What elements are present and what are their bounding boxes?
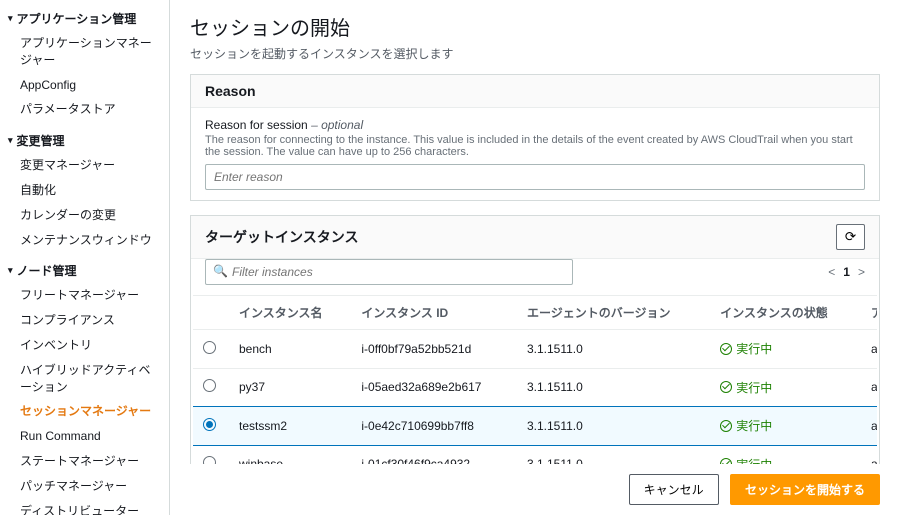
reason-panel-header: Reason xyxy=(191,75,879,108)
sidebar-item[interactable]: メンテナンスウィンドウ xyxy=(0,228,169,253)
chevron-down-icon: ▾ xyxy=(8,135,13,146)
check-icon xyxy=(720,381,732,393)
start-session-button[interactable]: セッションを開始する xyxy=(730,474,880,505)
sidebar-item[interactable]: インベントリ xyxy=(0,333,169,358)
check-icon xyxy=(720,420,732,432)
cell-name: py37 xyxy=(229,368,351,407)
pager-current: 1 xyxy=(843,265,850,279)
reason-optional-text: – optional xyxy=(308,118,363,132)
sidebar-section-title: ノード管理 xyxy=(17,262,77,279)
col-agent[interactable]: エージェントのバージョン xyxy=(517,296,710,330)
sidebar-item[interactable]: カレンダーの変更 xyxy=(0,203,169,228)
sidebar-item[interactable]: 自動化 xyxy=(0,178,169,203)
targets-panel-title: ターゲットインスタンス xyxy=(205,227,358,247)
check-icon xyxy=(720,343,732,355)
refresh-icon: ⟳ xyxy=(845,229,856,244)
sidebar-item[interactable]: アプリケーションマネージャー xyxy=(0,31,169,73)
sidebar-item[interactable]: 変更マネージャー xyxy=(0,153,169,178)
chevron-down-icon: ▾ xyxy=(8,265,13,276)
cell-state: 実行中 xyxy=(710,330,861,369)
sidebar-item[interactable]: セッションマネージャー xyxy=(0,399,169,424)
search-icon: 🔍 xyxy=(213,264,228,278)
col-state[interactable]: インスタンスの状態 xyxy=(710,296,861,330)
sidebar-item[interactable]: ディストリビューター xyxy=(0,499,169,515)
sidebar-item[interactable]: AppConfig xyxy=(0,73,169,98)
reason-label: Reason for session – optional xyxy=(205,118,865,132)
sidebar-item[interactable]: Run Command xyxy=(0,424,169,449)
pager-prev[interactable]: < xyxy=(828,265,835,279)
sidebar-section-header[interactable]: ▾ アプリケーション管理 xyxy=(0,6,169,31)
page-subtitle: セッションを起動するインスタンスを選択します xyxy=(190,45,880,62)
footer-actions: キャンセル セッションを開始する xyxy=(190,464,880,515)
chevron-down-icon: ▾ xyxy=(8,13,13,24)
col-name[interactable]: インスタンス名 xyxy=(229,296,351,330)
cell-extra: ap- xyxy=(861,330,877,369)
sidebar: ▾ アプリケーション管理アプリケーションマネージャーAppConfigパラメータス… xyxy=(0,0,170,515)
sidebar-section-title: アプリケーション管理 xyxy=(17,10,137,27)
cell-extra: ap- xyxy=(861,368,877,407)
table-row[interactable]: py37i-05aed32a689e2b6173.1.1511.0実行中ap- xyxy=(193,368,877,407)
row-radio[interactable] xyxy=(203,341,216,354)
pager-next[interactable]: > xyxy=(858,265,865,279)
row-radio[interactable] xyxy=(203,379,216,392)
sidebar-section-header[interactable]: ▾ 変更管理 xyxy=(0,128,169,153)
cell-name: testssm2 xyxy=(229,407,351,446)
cell-state: 実行中 xyxy=(710,407,861,446)
table-row[interactable]: benchi-0ff0bf79a52bb521d3.1.1511.0実行中ap- xyxy=(193,330,877,369)
reason-panel: Reason Reason for session – optional The… xyxy=(190,74,880,201)
cell-id: i-05aed32a689e2b617 xyxy=(351,368,517,407)
main-content: セッションの開始 セッションを起動するインスタンスを選択します Reason R… xyxy=(170,0,900,515)
page-title: セッションの開始 xyxy=(190,12,880,41)
sidebar-item[interactable]: コンプライアンス xyxy=(0,308,169,333)
cell-agent: 3.1.1511.0 xyxy=(517,330,710,369)
cell-extra: ap- xyxy=(861,407,877,446)
pagination: < 1 > xyxy=(828,265,865,279)
sidebar-item[interactable]: パラメータストア xyxy=(0,97,169,122)
row-radio[interactable] xyxy=(203,418,216,431)
refresh-button[interactable]: ⟳ xyxy=(836,224,865,250)
cell-id: i-0ff0bf79a52bb521d xyxy=(351,330,517,369)
sidebar-section-header[interactable]: ▾ ノード管理 xyxy=(0,258,169,283)
col-id[interactable]: インスタンス ID xyxy=(351,296,517,330)
sidebar-item[interactable]: ステートマネージャー xyxy=(0,449,169,474)
cell-name: bench xyxy=(229,330,351,369)
cell-agent: 3.1.1511.0 xyxy=(517,407,710,446)
sidebar-item[interactable]: ハイブリッドアクティベーション xyxy=(0,358,169,400)
cell-id: i-0e42c710699bb7ff8 xyxy=(351,407,517,446)
cancel-button[interactable]: キャンセル xyxy=(629,474,719,505)
reason-input[interactable] xyxy=(205,164,865,190)
filter-input[interactable] xyxy=(205,259,573,285)
reason-hint: The reason for connecting to the instanc… xyxy=(205,134,865,158)
table-row[interactable]: testssm2i-0e42c710699bb7ff83.1.1511.0実行中… xyxy=(193,407,877,446)
sidebar-section-title: 変更管理 xyxy=(17,132,65,149)
col-extra[interactable]: ア… xyxy=(861,296,877,330)
sidebar-item[interactable]: フリートマネージャー xyxy=(0,283,169,308)
sidebar-item[interactable]: パッチマネージャー xyxy=(0,474,169,499)
cell-state: 実行中 xyxy=(710,368,861,407)
cell-agent: 3.1.1511.0 xyxy=(517,368,710,407)
reason-label-text: Reason for session xyxy=(205,118,308,132)
